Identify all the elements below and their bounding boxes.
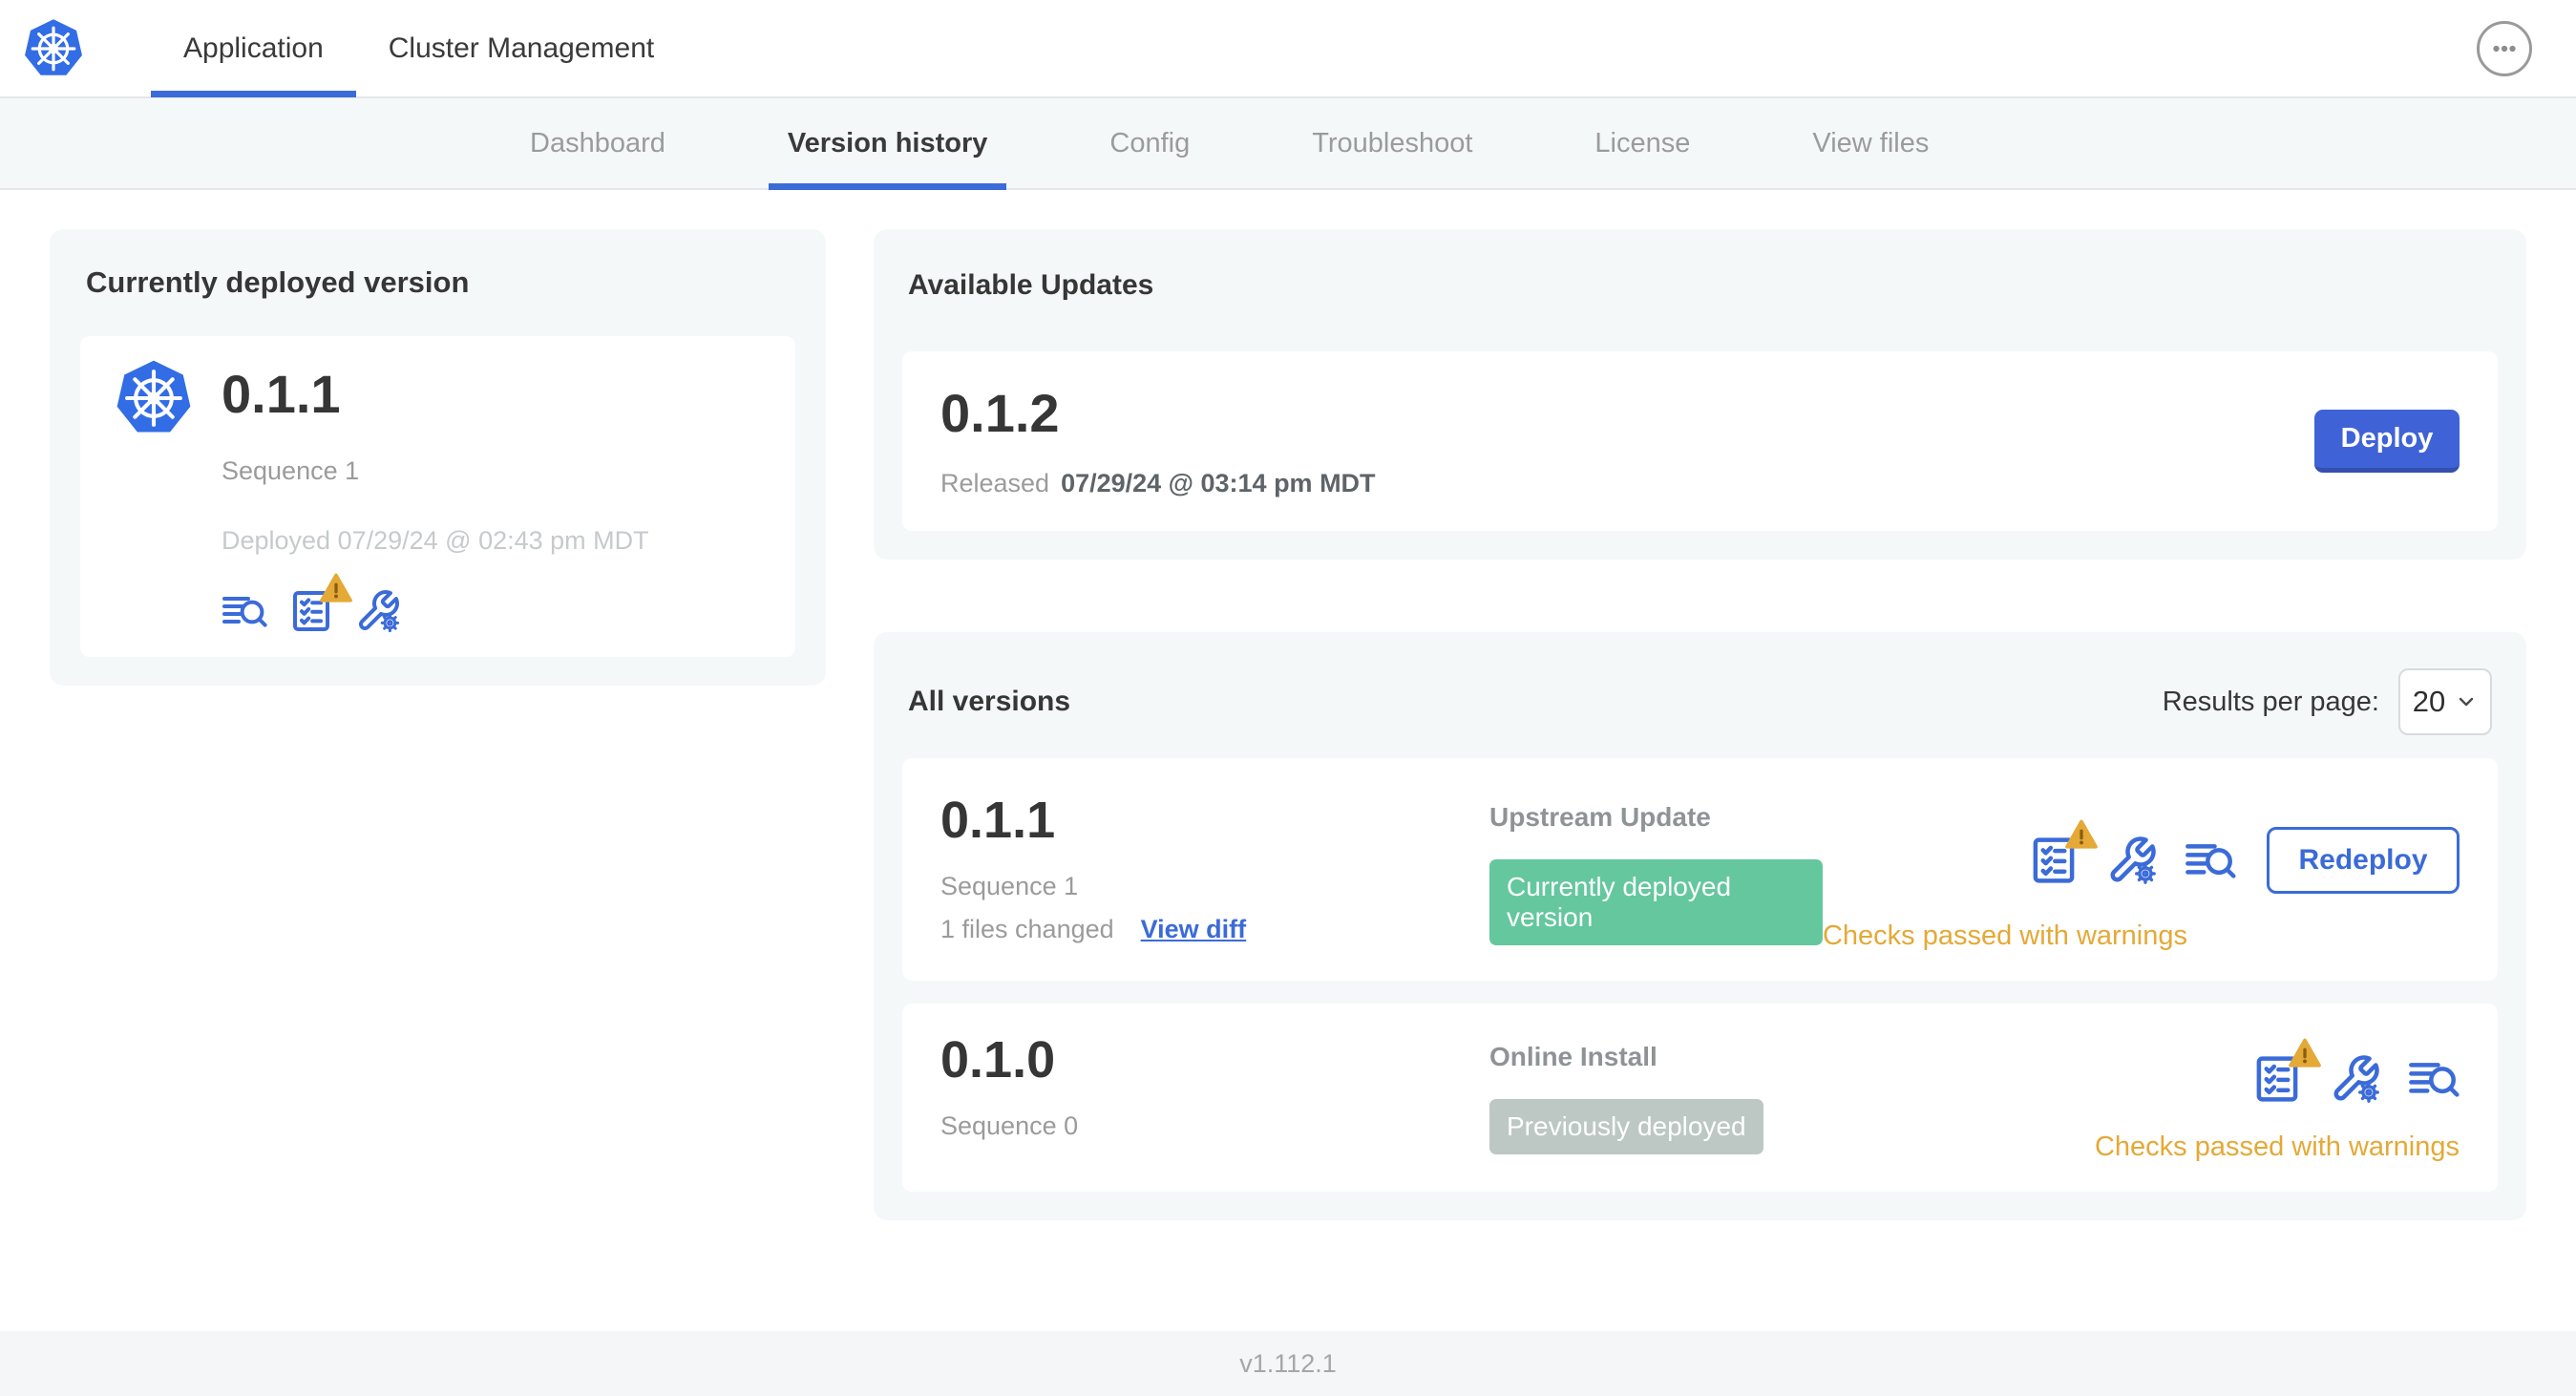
- update-version-number: 0.1.2: [940, 382, 1060, 443]
- version-actions-block: Checks passed with warnings: [2095, 1032, 2460, 1163]
- version-number: 0.1.1: [940, 792, 1056, 849]
- results-per-page-label: Results per page:: [2162, 686, 2379, 717]
- version-info: 0.1.0 Sequence 0: [940, 1031, 1489, 1163]
- tab-cluster-management-label: Cluster Management: [388, 32, 655, 64]
- deployed-status-badge: Currently deployed version: [1489, 859, 1823, 945]
- preflight-checks-link[interactable]: [2028, 835, 2080, 886]
- subtab-troubleshoot[interactable]: Troubleshoot: [1293, 98, 1491, 188]
- version-source: Online Install: [1489, 1042, 1658, 1071]
- version-info: 0.1.1 Sequence 1 1 files changed View di…: [940, 792, 1489, 952]
- chevron-down-icon: [2455, 690, 2478, 713]
- available-updates-card: Available Updates 0.1.2 Released 07/29/2…: [874, 229, 2526, 560]
- logs-search-icon[interactable]: [2185, 835, 2236, 886]
- version-actions-block: Redeploy Checks passed with warnings: [1823, 793, 2460, 952]
- redeploy-button[interactable]: Redeploy: [2267, 827, 2460, 894]
- version-source: Upstream Update: [1489, 802, 1711, 832]
- available-updates-title: Available Updates: [908, 269, 1154, 301]
- results-per-page-select[interactable]: 20: [2398, 668, 2492, 735]
- tab-application[interactable]: Application: [151, 0, 356, 97]
- results-per-page: Results per page: 20: [2163, 668, 2492, 735]
- currently-deployed-version-panel: 0.1.1 Sequence 1 Deployed 07/29/24 @ 02:…: [80, 336, 795, 657]
- tab-cluster-management[interactable]: Cluster Management: [356, 0, 686, 96]
- deployed-version-number: 0.1.1: [222, 364, 341, 424]
- version-actions: Redeploy: [2028, 827, 2460, 894]
- deployed-version-actions: [222, 588, 649, 634]
- deploy-button[interactable]: Deploy: [2314, 410, 2460, 473]
- config-wrench-icon[interactable]: [2106, 835, 2158, 886]
- admin-console-page: Application Cluster Management Dashboard…: [0, 0, 2576, 1396]
- console-version: v1.112.1: [1239, 1348, 1337, 1378]
- right-column: Available Updates 0.1.2 Released 07/29/2…: [874, 229, 2526, 1331]
- app-nav: Application Cluster Management: [151, 0, 686, 97]
- subtab-version-history-label: Version history: [787, 127, 988, 159]
- app-subnav: Dashboard Version history Config Trouble…: [0, 98, 2576, 190]
- all-versions-title: All versions: [908, 686, 1071, 717]
- deployed-sequence: Sequence 1: [222, 455, 360, 485]
- subtab-version-history[interactable]: Version history: [768, 98, 1007, 190]
- results-per-page-value: 20: [2412, 685, 2446, 718]
- tab-application-label: Application: [183, 32, 324, 64]
- update-released-line: Released 07/29/24 @ 03:14 pm MDT: [940, 469, 1376, 498]
- preflight-status-text: Checks passed with warnings: [1822, 920, 2187, 951]
- preflight-status-text: Checks passed with warnings: [2094, 1132, 2460, 1162]
- currently-deployed-card: Currently deployed version 0.1.1 Sequenc…: [50, 229, 826, 686]
- warning-triangle-icon: [319, 571, 353, 605]
- warning-triangle-icon: [2288, 1036, 2322, 1070]
- app-kubernetes-icon: [115, 359, 193, 437]
- ellipsis-icon: [2488, 32, 2521, 65]
- logs-search-icon[interactable]: [2408, 1053, 2460, 1105]
- view-diff-link[interactable]: View diff: [1141, 915, 1247, 944]
- version-sequence: Sequence 0: [940, 1111, 1079, 1141]
- subtab-license-label: License: [1594, 127, 1691, 159]
- released-prefix: Released: [940, 469, 1050, 498]
- config-wrench-icon[interactable]: [2330, 1053, 2381, 1105]
- version-number: 0.1.0: [940, 1031, 1056, 1089]
- version-actions: [2251, 1053, 2460, 1105]
- app-footer: v1.112.1: [0, 1331, 2576, 1396]
- available-update-row: 0.1.2 Released 07/29/24 @ 03:14 pm MDT D…: [902, 351, 2498, 531]
- subtab-dashboard[interactable]: Dashboard: [511, 98, 685, 188]
- main-content: Currently deployed version 0.1.1 Sequenc…: [0, 190, 2576, 1331]
- files-changed-line: 1 files changed View diff: [940, 915, 1489, 944]
- subtab-license[interactable]: License: [1575, 98, 1709, 188]
- currently-deployed-info: 0.1.1 Sequence 1 Deployed 07/29/24 @ 02:…: [222, 351, 649, 634]
- version-source-block: Online Install Previously deployed: [1489, 1032, 2095, 1163]
- released-date: 07/29/24 @ 03:14 pm MDT: [1061, 469, 1376, 498]
- more-options-button[interactable]: [2477, 20, 2532, 76]
- version-sequence: Sequence 1: [940, 872, 1079, 901]
- subtab-view-files[interactable]: View files: [1793, 98, 1948, 188]
- currently-deployed-title: Currently deployed version: [86, 265, 470, 299]
- warning-triangle-icon: [2064, 817, 2099, 852]
- version-source-block: Upstream Update Currently deployed versi…: [1489, 793, 1823, 952]
- logs-search-icon[interactable]: [222, 588, 267, 634]
- version-row-0-1-1: 0.1.1 Sequence 1 1 files changed View di…: [902, 758, 2498, 981]
- subtab-config-label: Config: [1109, 127, 1191, 159]
- all-versions-card: All versions Results per page: 20 0.1.1 …: [874, 632, 2526, 1220]
- deployed-status-badge: Previously deployed: [1489, 1099, 1763, 1154]
- preflight-checks-link[interactable]: [288, 588, 334, 634]
- subtab-troubleshoot-label: Troubleshoot: [1312, 127, 1473, 159]
- subtab-config[interactable]: Config: [1090, 98, 1209, 188]
- preflight-checks-link[interactable]: [2251, 1053, 2303, 1105]
- files-changed-label: 1 files changed: [940, 915, 1114, 944]
- config-wrench-icon[interactable]: [355, 588, 401, 634]
- app-header: Application Cluster Management: [0, 0, 2576, 98]
- available-update-info: 0.1.2 Released 07/29/24 @ 03:14 pm MDT: [940, 384, 1376, 499]
- subtab-dashboard-label: Dashboard: [530, 127, 665, 159]
- all-versions-header: All versions Results per page: 20: [908, 668, 2492, 735]
- subtab-view-files-label: View files: [1812, 127, 1930, 159]
- version-row-0-1-0: 0.1.0 Sequence 0 Online Install Previous…: [902, 1004, 2498, 1192]
- deployed-timestamp: Deployed 07/29/24 @ 02:43 pm MDT: [222, 525, 649, 555]
- kubernetes-logo-icon: [23, 18, 84, 79]
